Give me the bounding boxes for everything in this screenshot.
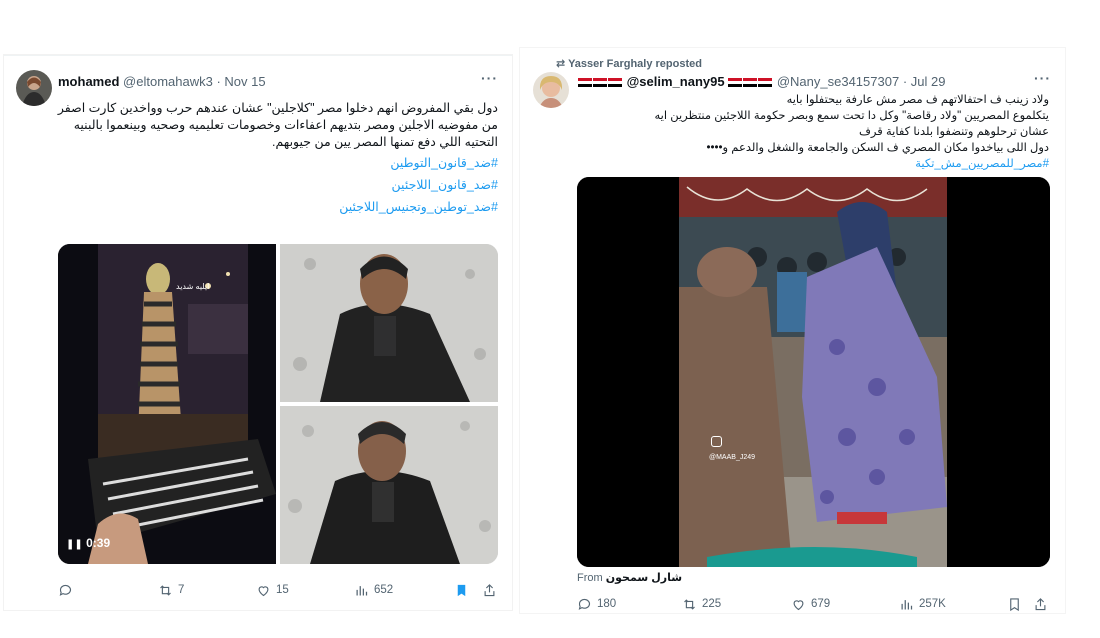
media-image[interactable]: [280, 406, 498, 564]
hashtag-link[interactable]: #ضد_توطين_وتجنيس_اللاجئين: [28, 199, 498, 216]
from-source-link[interactable]: شارل سمحون: [606, 572, 682, 584]
more-icon[interactable]: ···: [1034, 70, 1051, 86]
video-duration[interactable]: ❚❚ 0:39: [66, 536, 110, 550]
video-watermark: @MAAB_J249: [709, 454, 756, 461]
movie-still-image: [280, 406, 498, 564]
author-handle[interactable]: @eltomahawk3: [123, 74, 213, 89]
avatar[interactable]: [533, 72, 569, 108]
views-icon: [901, 599, 913, 609]
tweet-text-line: التحتيه اللي دفع تمنها المصر يين من جيوب…: [272, 135, 498, 149]
video-caption: ايليه شديد: [176, 282, 210, 291]
flag-icon: [728, 78, 743, 88]
reply-count: 180: [597, 598, 617, 610]
tweet-text-line: دول بقي المفروض انهم دخلوا مصر "كلاجلين"…: [57, 101, 498, 115]
hashtag-link[interactable]: #مصر_للمصريين_مش_تكية: [569, 156, 1049, 172]
like-button[interactable]: 15: [256, 583, 289, 598]
bookmark-icon: [457, 584, 466, 596]
tweet-text-line: دول اللى بياخدوا مكان المصري ف السكن وال…: [706, 142, 1049, 154]
views-count: 652: [374, 584, 394, 596]
bookmark-button[interactable]: [454, 583, 469, 598]
share-button[interactable]: [1033, 597, 1048, 612]
bookmark-icon: [1010, 597, 1019, 611]
reply-icon: [59, 584, 72, 596]
movie-still-image: [280, 244, 498, 402]
tweet-card-right[interactable]: ⇄ Yasser Farghaly reposted @selim_nany95…: [520, 48, 1065, 613]
flag-icon: [758, 78, 773, 88]
tweet-actions-bar: 180 225 679 257K: [577, 594, 1050, 614]
repost-indicator: ⇄ Yasser Farghaly reposted: [556, 58, 702, 70]
flag-icon: [608, 78, 622, 88]
reply-button[interactable]: 180: [577, 597, 616, 612]
tweet-text-line: من مفوضيه الاجلين ومصر بتديهم اعفاءات وخ…: [73, 118, 498, 132]
instagram-icon: [711, 436, 722, 447]
flag-icon: [743, 78, 758, 88]
reply-button[interactable]: [58, 583, 78, 598]
tweet-text-line: ولاد زينب ف احتفالاتهم ف مصر مش عارفة بي…: [786, 94, 1049, 106]
video-thumbnail: [58, 244, 276, 564]
bookmark-button[interactable]: [1007, 597, 1022, 612]
more-icon[interactable]: ···: [481, 70, 498, 86]
tweet-date[interactable]: Nov 15: [224, 74, 265, 89]
flag-icon: [578, 78, 592, 88]
hashtag-link[interactable]: #ضد_قانون_اللاجئين: [28, 177, 498, 194]
views-count: 257K: [919, 598, 946, 610]
media-grid: ايليه شديد ❚❚ 0:39: [58, 244, 498, 564]
like-count: 679: [811, 598, 831, 610]
tweet-card-left[interactable]: mohamed @eltomahawk3 · Nov 15 ··· دول بق…: [4, 55, 512, 610]
views-button[interactable]: 257K: [899, 597, 946, 612]
heart-icon: [793, 599, 804, 610]
tweet-text: دول بقي المفروض انهم دخلوا مصر "كلاجلين"…: [28, 100, 498, 216]
share-icon: [484, 583, 495, 596]
views-button[interactable]: 652: [354, 583, 393, 598]
repost-count: 7: [178, 584, 185, 596]
repost-icon: ⇄: [556, 58, 566, 70]
like-button[interactable]: 679: [791, 597, 830, 612]
tweet-text: ولاد زينب ف احتفالاتهم ف مصر مش عارفة بي…: [569, 92, 1049, 172]
repost-icon: [684, 598, 695, 610]
from-attribution: From شارل سمحون: [577, 572, 683, 584]
pause-icon[interactable]: ❚❚: [66, 539, 83, 550]
share-icon: [1035, 597, 1046, 610]
flag-icon: [593, 78, 607, 88]
author-handle[interactable]: @Nany_se34157307: [777, 74, 899, 89]
repost-button[interactable]: 7: [158, 583, 184, 598]
video-thumbnail: [577, 177, 1050, 567]
video-player[interactable]: ايليه شديد ❚❚ 0:39: [58, 244, 276, 564]
repost-icon: [160, 584, 171, 596]
tweet-date[interactable]: Jul 29: [911, 74, 946, 89]
views-icon: [356, 585, 368, 595]
repost-button[interactable]: 225: [682, 597, 721, 612]
tweet-text-line: يتكلموع المصريين "ولاد رقاصة" وكل دا تحت…: [654, 110, 1049, 122]
author-name[interactable]: @selim_nany95: [627, 74, 725, 89]
reply-icon: [578, 598, 591, 610]
share-button[interactable]: [482, 583, 497, 598]
like-count: 15: [276, 584, 289, 596]
repost-count: 225: [702, 598, 722, 610]
hashtag-link[interactable]: #ضد_قانون_التوطين: [28, 155, 498, 172]
tweet-actions-bar: 7 15 652: [58, 580, 498, 600]
media-image[interactable]: [280, 244, 498, 402]
author-name[interactable]: mohamed: [58, 74, 119, 89]
heart-icon: [258, 585, 269, 596]
tweet-text-line: عشان ترحلوهم وتنضفوا بلدنا كفاية قرف: [859, 126, 1049, 138]
video-player[interactable]: @MAAB_J249: [577, 177, 1050, 567]
